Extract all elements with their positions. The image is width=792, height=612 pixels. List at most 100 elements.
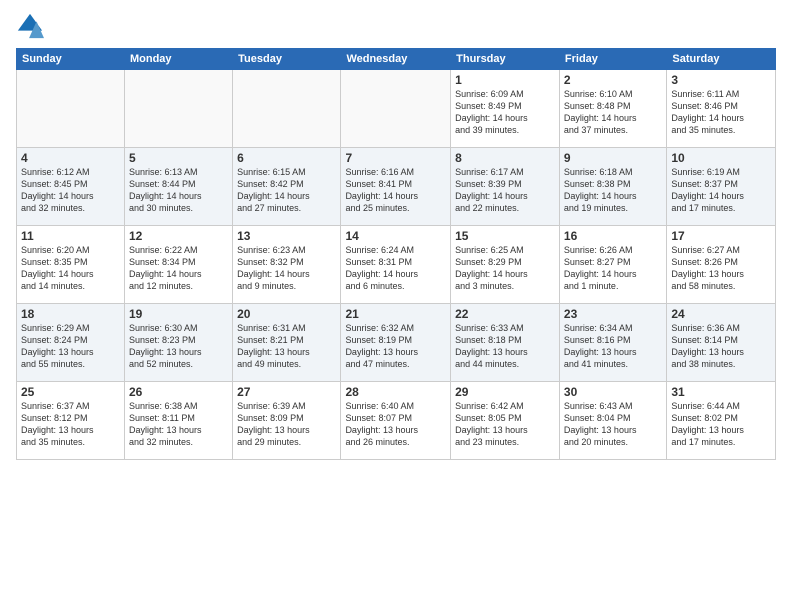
day-info: Sunrise: 6:12 AM Sunset: 8:45 PM Dayligh…	[21, 166, 120, 215]
day-header-tuesday: Tuesday	[233, 49, 341, 70]
calendar-cell: 8Sunrise: 6:17 AM Sunset: 8:39 PM Daylig…	[451, 148, 560, 226]
calendar-week-row: 11Sunrise: 6:20 AM Sunset: 8:35 PM Dayli…	[17, 226, 776, 304]
day-info: Sunrise: 6:11 AM Sunset: 8:46 PM Dayligh…	[671, 88, 771, 137]
day-info: Sunrise: 6:17 AM Sunset: 8:39 PM Dayligh…	[455, 166, 555, 215]
day-number: 21	[345, 307, 446, 321]
page: SundayMondayTuesdayWednesdayThursdayFrid…	[0, 0, 792, 612]
calendar-cell	[341, 70, 451, 148]
header	[16, 12, 776, 40]
day-info: Sunrise: 6:09 AM Sunset: 8:49 PM Dayligh…	[455, 88, 555, 137]
day-number: 23	[564, 307, 662, 321]
calendar-cell: 2Sunrise: 6:10 AM Sunset: 8:48 PM Daylig…	[559, 70, 666, 148]
calendar-cell	[233, 70, 341, 148]
day-info: Sunrise: 6:37 AM Sunset: 8:12 PM Dayligh…	[21, 400, 120, 449]
day-info: Sunrise: 6:30 AM Sunset: 8:23 PM Dayligh…	[129, 322, 228, 371]
calendar-cell: 24Sunrise: 6:36 AM Sunset: 8:14 PM Dayli…	[667, 304, 776, 382]
day-info: Sunrise: 6:34 AM Sunset: 8:16 PM Dayligh…	[564, 322, 662, 371]
day-info: Sunrise: 6:10 AM Sunset: 8:48 PM Dayligh…	[564, 88, 662, 137]
calendar-body: 1Sunrise: 6:09 AM Sunset: 8:49 PM Daylig…	[17, 70, 776, 460]
calendar-cell: 6Sunrise: 6:15 AM Sunset: 8:42 PM Daylig…	[233, 148, 341, 226]
calendar-cell: 10Sunrise: 6:19 AM Sunset: 8:37 PM Dayli…	[667, 148, 776, 226]
day-number: 18	[21, 307, 120, 321]
day-info: Sunrise: 6:26 AM Sunset: 8:27 PM Dayligh…	[564, 244, 662, 293]
day-info: Sunrise: 6:36 AM Sunset: 8:14 PM Dayligh…	[671, 322, 771, 371]
calendar-cell: 17Sunrise: 6:27 AM Sunset: 8:26 PM Dayli…	[667, 226, 776, 304]
day-number: 19	[129, 307, 228, 321]
day-number: 24	[671, 307, 771, 321]
calendar-week-row: 1Sunrise: 6:09 AM Sunset: 8:49 PM Daylig…	[17, 70, 776, 148]
day-number: 10	[671, 151, 771, 165]
calendar-week-row: 25Sunrise: 6:37 AM Sunset: 8:12 PM Dayli…	[17, 382, 776, 460]
day-number: 3	[671, 73, 771, 87]
day-header-saturday: Saturday	[667, 49, 776, 70]
day-info: Sunrise: 6:23 AM Sunset: 8:32 PM Dayligh…	[237, 244, 336, 293]
day-number: 11	[21, 229, 120, 243]
day-info: Sunrise: 6:33 AM Sunset: 8:18 PM Dayligh…	[455, 322, 555, 371]
day-number: 29	[455, 385, 555, 399]
calendar-cell	[17, 70, 125, 148]
calendar-cell: 16Sunrise: 6:26 AM Sunset: 8:27 PM Dayli…	[559, 226, 666, 304]
calendar-table: SundayMondayTuesdayWednesdayThursdayFrid…	[16, 48, 776, 460]
day-number: 1	[455, 73, 555, 87]
calendar-cell: 22Sunrise: 6:33 AM Sunset: 8:18 PM Dayli…	[451, 304, 560, 382]
calendar-cell	[124, 70, 232, 148]
calendar-cell: 26Sunrise: 6:38 AM Sunset: 8:11 PM Dayli…	[124, 382, 232, 460]
day-info: Sunrise: 6:24 AM Sunset: 8:31 PM Dayligh…	[345, 244, 446, 293]
calendar-cell: 31Sunrise: 6:44 AM Sunset: 8:02 PM Dayli…	[667, 382, 776, 460]
calendar-cell: 30Sunrise: 6:43 AM Sunset: 8:04 PM Dayli…	[559, 382, 666, 460]
calendar-cell: 29Sunrise: 6:42 AM Sunset: 8:05 PM Dayli…	[451, 382, 560, 460]
day-number: 12	[129, 229, 228, 243]
day-number: 7	[345, 151, 446, 165]
day-number: 26	[129, 385, 228, 399]
day-info: Sunrise: 6:19 AM Sunset: 8:37 PM Dayligh…	[671, 166, 771, 215]
day-info: Sunrise: 6:22 AM Sunset: 8:34 PM Dayligh…	[129, 244, 228, 293]
calendar-cell: 28Sunrise: 6:40 AM Sunset: 8:07 PM Dayli…	[341, 382, 451, 460]
day-number: 13	[237, 229, 336, 243]
day-number: 14	[345, 229, 446, 243]
day-info: Sunrise: 6:31 AM Sunset: 8:21 PM Dayligh…	[237, 322, 336, 371]
day-info: Sunrise: 6:32 AM Sunset: 8:19 PM Dayligh…	[345, 322, 446, 371]
calendar-cell: 9Sunrise: 6:18 AM Sunset: 8:38 PM Daylig…	[559, 148, 666, 226]
calendar-cell: 15Sunrise: 6:25 AM Sunset: 8:29 PM Dayli…	[451, 226, 560, 304]
calendar-cell: 4Sunrise: 6:12 AM Sunset: 8:45 PM Daylig…	[17, 148, 125, 226]
calendar-header: SundayMondayTuesdayWednesdayThursdayFrid…	[17, 49, 776, 70]
day-number: 31	[671, 385, 771, 399]
day-number: 15	[455, 229, 555, 243]
calendar-week-row: 18Sunrise: 6:29 AM Sunset: 8:24 PM Dayli…	[17, 304, 776, 382]
day-number: 8	[455, 151, 555, 165]
calendar-cell: 19Sunrise: 6:30 AM Sunset: 8:23 PM Dayli…	[124, 304, 232, 382]
calendar-cell: 21Sunrise: 6:32 AM Sunset: 8:19 PM Dayli…	[341, 304, 451, 382]
day-number: 6	[237, 151, 336, 165]
day-number: 22	[455, 307, 555, 321]
day-info: Sunrise: 6:18 AM Sunset: 8:38 PM Dayligh…	[564, 166, 662, 215]
calendar-cell: 7Sunrise: 6:16 AM Sunset: 8:41 PM Daylig…	[341, 148, 451, 226]
day-info: Sunrise: 6:27 AM Sunset: 8:26 PM Dayligh…	[671, 244, 771, 293]
calendar-cell: 23Sunrise: 6:34 AM Sunset: 8:16 PM Dayli…	[559, 304, 666, 382]
calendar-cell: 25Sunrise: 6:37 AM Sunset: 8:12 PM Dayli…	[17, 382, 125, 460]
day-number: 16	[564, 229, 662, 243]
day-number: 20	[237, 307, 336, 321]
calendar-cell: 1Sunrise: 6:09 AM Sunset: 8:49 PM Daylig…	[451, 70, 560, 148]
day-header-friday: Friday	[559, 49, 666, 70]
day-info: Sunrise: 6:43 AM Sunset: 8:04 PM Dayligh…	[564, 400, 662, 449]
calendar-cell: 11Sunrise: 6:20 AM Sunset: 8:35 PM Dayli…	[17, 226, 125, 304]
day-number: 17	[671, 229, 771, 243]
header-row: SundayMondayTuesdayWednesdayThursdayFrid…	[17, 49, 776, 70]
day-info: Sunrise: 6:15 AM Sunset: 8:42 PM Dayligh…	[237, 166, 336, 215]
calendar-cell: 18Sunrise: 6:29 AM Sunset: 8:24 PM Dayli…	[17, 304, 125, 382]
calendar-cell: 13Sunrise: 6:23 AM Sunset: 8:32 PM Dayli…	[233, 226, 341, 304]
calendar-cell: 27Sunrise: 6:39 AM Sunset: 8:09 PM Dayli…	[233, 382, 341, 460]
calendar-week-row: 4Sunrise: 6:12 AM Sunset: 8:45 PM Daylig…	[17, 148, 776, 226]
day-info: Sunrise: 6:39 AM Sunset: 8:09 PM Dayligh…	[237, 400, 336, 449]
day-info: Sunrise: 6:20 AM Sunset: 8:35 PM Dayligh…	[21, 244, 120, 293]
day-number: 4	[21, 151, 120, 165]
day-info: Sunrise: 6:29 AM Sunset: 8:24 PM Dayligh…	[21, 322, 120, 371]
logo	[16, 12, 48, 40]
day-info: Sunrise: 6:42 AM Sunset: 8:05 PM Dayligh…	[455, 400, 555, 449]
day-number: 28	[345, 385, 446, 399]
day-header-wednesday: Wednesday	[341, 49, 451, 70]
calendar-cell: 14Sunrise: 6:24 AM Sunset: 8:31 PM Dayli…	[341, 226, 451, 304]
calendar-cell: 5Sunrise: 6:13 AM Sunset: 8:44 PM Daylig…	[124, 148, 232, 226]
day-info: Sunrise: 6:25 AM Sunset: 8:29 PM Dayligh…	[455, 244, 555, 293]
day-number: 30	[564, 385, 662, 399]
